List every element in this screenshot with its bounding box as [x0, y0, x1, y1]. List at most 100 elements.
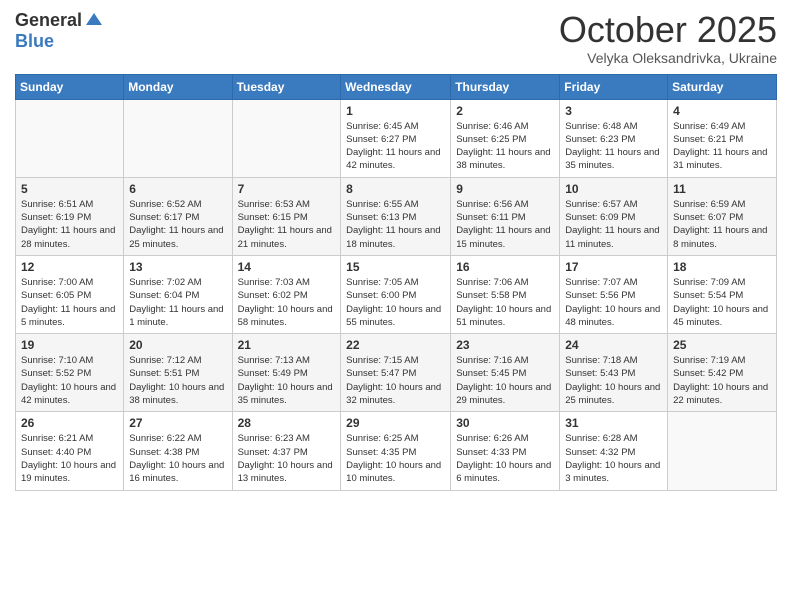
table-row: 12 Sunrise: 7:00 AM Sunset: 6:05 PM Dayli…: [16, 255, 124, 333]
header-wednesday: Wednesday: [341, 74, 451, 99]
header-monday: Monday: [124, 74, 232, 99]
day-number: 8: [346, 182, 445, 196]
day-number: 19: [21, 338, 118, 352]
day-number: 30: [456, 416, 554, 430]
table-row: 3 Sunrise: 6:48 AM Sunset: 6:23 PM Daylig…: [560, 99, 668, 177]
table-row: 25 Sunrise: 7:19 AM Sunset: 5:42 PM Dayli…: [668, 334, 777, 412]
table-row: 17 Sunrise: 7:07 AM Sunset: 5:56 PM Dayli…: [560, 255, 668, 333]
day-number: 31: [565, 416, 662, 430]
day-info: Sunrise: 6:55 AM Sunset: 6:13 PM Dayligh…: [346, 198, 445, 251]
day-info: Sunrise: 7:09 AM Sunset: 5:54 PM Dayligh…: [673, 276, 771, 329]
table-row: 6 Sunrise: 6:52 AM Sunset: 6:17 PM Daylig…: [124, 177, 232, 255]
logo: General Blue: [15, 10, 104, 52]
day-number: 16: [456, 260, 554, 274]
calendar-week-row: 1Sunrise: 6:45 AM Sunset: 6:27 PM Daylig…: [16, 99, 777, 177]
day-info: Sunrise: 6:52 AM Sunset: 6:17 PM Dayligh…: [129, 198, 226, 251]
day-info: Sunrise: 6:56 AM Sunset: 6:11 PM Dayligh…: [456, 198, 554, 251]
calendar-week-row: 19Sunrise: 7:10 AM Sunset: 5:52 PM Dayli…: [16, 334, 777, 412]
day-number: 24: [565, 338, 662, 352]
table-row: 10 Sunrise: 6:57 AM Sunset: 6:09 PM Dayli…: [560, 177, 668, 255]
month-title: October 2025: [559, 10, 777, 50]
title-block: October 2025 Velyka Oleksandrivka, Ukrai…: [559, 10, 777, 66]
day-info: Sunrise: 6:22 AM Sunset: 4:38 PM Dayligh…: [129, 432, 226, 485]
day-number: 18: [673, 260, 771, 274]
day-number: 27: [129, 416, 226, 430]
table-row: [124, 99, 232, 177]
day-info: Sunrise: 7:18 AM Sunset: 5:43 PM Dayligh…: [565, 354, 662, 407]
day-number: 6: [129, 182, 226, 196]
page: General Blue October 2025 Velyka Oleksan…: [0, 0, 792, 612]
day-number: 26: [21, 416, 118, 430]
table-row: 4Sunrise: 6:49 AM Sunset: 6:21 PM Daylig…: [668, 99, 777, 177]
day-number: 29: [346, 416, 445, 430]
logo-general-text: General: [15, 10, 82, 31]
day-info: Sunrise: 7:02 AM Sunset: 6:04 PM Dayligh…: [129, 276, 226, 329]
calendar-table: Sunday Monday Tuesday Wednesday Thursday…: [15, 74, 777, 491]
day-number: 22: [346, 338, 445, 352]
table-row: 8 Sunrise: 6:55 AM Sunset: 6:13 PM Daylig…: [341, 177, 451, 255]
table-row: 9 Sunrise: 6:56 AM Sunset: 6:11 PM Daylig…: [451, 177, 560, 255]
logo-blue-text: Blue: [15, 31, 54, 52]
day-info: Sunrise: 6:48 AM Sunset: 6:23 PM Dayligh…: [565, 120, 662, 173]
table-row: [232, 99, 341, 177]
day-info: Sunrise: 7:05 AM Sunset: 6:00 PM Dayligh…: [346, 276, 445, 329]
day-info: Sunrise: 7:03 AM Sunset: 6:02 PM Dayligh…: [238, 276, 336, 329]
table-row: 19Sunrise: 7:10 AM Sunset: 5:52 PM Dayli…: [16, 334, 124, 412]
day-info: Sunrise: 7:19 AM Sunset: 5:42 PM Dayligh…: [673, 354, 771, 407]
table-row: 29 Sunrise: 6:25 AM Sunset: 4:35 PM Dayli…: [341, 412, 451, 490]
subtitle: Velyka Oleksandrivka, Ukraine: [559, 50, 777, 66]
calendar-week-row: 12 Sunrise: 7:00 AM Sunset: 6:05 PM Dayli…: [16, 255, 777, 333]
table-row: 23 Sunrise: 7:16 AM Sunset: 5:45 PM Dayli…: [451, 334, 560, 412]
table-row: 31 Sunrise: 6:28 AM Sunset: 4:32 PM Dayli…: [560, 412, 668, 490]
day-info: Sunrise: 6:28 AM Sunset: 4:32 PM Dayligh…: [565, 432, 662, 485]
day-info: Sunrise: 7:06 AM Sunset: 5:58 PM Dayligh…: [456, 276, 554, 329]
header: General Blue October 2025 Velyka Oleksan…: [15, 10, 777, 66]
header-friday: Friday: [560, 74, 668, 99]
day-number: 28: [238, 416, 336, 430]
day-number: 23: [456, 338, 554, 352]
day-info: Sunrise: 6:46 AM Sunset: 6:25 PM Dayligh…: [456, 120, 554, 173]
day-number: 13: [129, 260, 226, 274]
day-number: 12: [21, 260, 118, 274]
day-number: 4: [673, 104, 771, 118]
table-row: 5 Sunrise: 6:51 AM Sunset: 6:19 PM Daylig…: [16, 177, 124, 255]
table-row: 27 Sunrise: 6:22 AM Sunset: 4:38 PM Dayli…: [124, 412, 232, 490]
day-info: Sunrise: 7:12 AM Sunset: 5:51 PM Dayligh…: [129, 354, 226, 407]
day-info: Sunrise: 6:45 AM Sunset: 6:27 PM Dayligh…: [346, 120, 445, 173]
day-number: 17: [565, 260, 662, 274]
table-row: 18 Sunrise: 7:09 AM Sunset: 5:54 PM Dayli…: [668, 255, 777, 333]
day-info: Sunrise: 6:57 AM Sunset: 6:09 PM Dayligh…: [565, 198, 662, 251]
table-row: 7 Sunrise: 6:53 AM Sunset: 6:15 PM Daylig…: [232, 177, 341, 255]
header-sunday: Sunday: [16, 74, 124, 99]
day-info: Sunrise: 6:25 AM Sunset: 4:35 PM Dayligh…: [346, 432, 445, 485]
day-number: 10: [565, 182, 662, 196]
day-number: 20: [129, 338, 226, 352]
calendar-header-row: Sunday Monday Tuesday Wednesday Thursday…: [16, 74, 777, 99]
day-info: Sunrise: 6:26 AM Sunset: 4:33 PM Dayligh…: [456, 432, 554, 485]
header-saturday: Saturday: [668, 74, 777, 99]
header-tuesday: Tuesday: [232, 74, 341, 99]
table-row: [16, 99, 124, 177]
day-number: 7: [238, 182, 336, 196]
day-info: Sunrise: 7:00 AM Sunset: 6:05 PM Dayligh…: [21, 276, 118, 329]
day-number: 25: [673, 338, 771, 352]
table-row: 26 Sunrise: 6:21 AM Sunset: 4:40 PM Dayli…: [16, 412, 124, 490]
table-row: 14 Sunrise: 7:03 AM Sunset: 6:02 PM Dayli…: [232, 255, 341, 333]
table-row: 15Sunrise: 7:05 AM Sunset: 6:00 PM Dayli…: [341, 255, 451, 333]
day-info: Sunrise: 6:51 AM Sunset: 6:19 PM Dayligh…: [21, 198, 118, 251]
day-number: 5: [21, 182, 118, 196]
header-thursday: Thursday: [451, 74, 560, 99]
table-row: 16 Sunrise: 7:06 AM Sunset: 5:58 PM Dayli…: [451, 255, 560, 333]
day-info: Sunrise: 7:16 AM Sunset: 5:45 PM Dayligh…: [456, 354, 554, 407]
day-number: 9: [456, 182, 554, 196]
day-info: Sunrise: 7:15 AM Sunset: 5:47 PM Dayligh…: [346, 354, 445, 407]
table-row: 2Sunrise: 6:46 AM Sunset: 6:25 PM Daylig…: [451, 99, 560, 177]
day-number: 14: [238, 260, 336, 274]
day-number: 11: [673, 182, 771, 196]
day-info: Sunrise: 6:53 AM Sunset: 6:15 PM Dayligh…: [238, 198, 336, 251]
table-row: [668, 412, 777, 490]
day-info: Sunrise: 6:21 AM Sunset: 4:40 PM Dayligh…: [21, 432, 118, 485]
day-number: 21: [238, 338, 336, 352]
day-number: 3: [565, 104, 662, 118]
day-info: Sunrise: 7:07 AM Sunset: 5:56 PM Dayligh…: [565, 276, 662, 329]
